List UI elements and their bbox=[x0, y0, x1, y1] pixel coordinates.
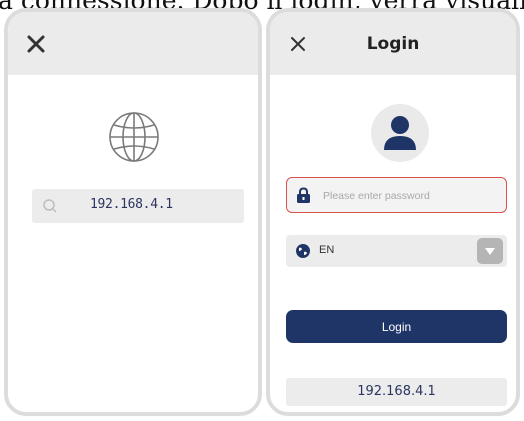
ip-address-display: 192.168.4.1 bbox=[286, 378, 507, 406]
login-button[interactable]: Login bbox=[286, 310, 507, 343]
language-label: EN bbox=[319, 244, 335, 256]
close-icon[interactable] bbox=[24, 32, 48, 56]
browser-screen: 192.168.4.1 bbox=[4, 8, 262, 416]
top-bar: Login bbox=[270, 12, 516, 75]
user-icon bbox=[384, 116, 416, 150]
address-text: 192.168.4.1 bbox=[90, 197, 173, 212]
login-screen: Login EN Login 192.168.4.1 bbox=[266, 8, 520, 416]
language-select[interactable]: EN bbox=[286, 235, 507, 267]
globe-icon bbox=[296, 244, 310, 258]
address-bar[interactable]: 192.168.4.1 bbox=[32, 189, 244, 223]
search-icon bbox=[43, 199, 57, 213]
globe-icon bbox=[109, 112, 159, 162]
dropdown-toggle[interactable] bbox=[477, 238, 503, 264]
password-input[interactable] bbox=[321, 184, 505, 208]
password-field[interactable] bbox=[286, 177, 507, 213]
lock-icon bbox=[297, 187, 310, 203]
top-bar bbox=[8, 12, 258, 75]
chevron-down-icon bbox=[485, 248, 495, 255]
avatar bbox=[371, 104, 429, 162]
page-title: Login bbox=[366, 34, 420, 54]
